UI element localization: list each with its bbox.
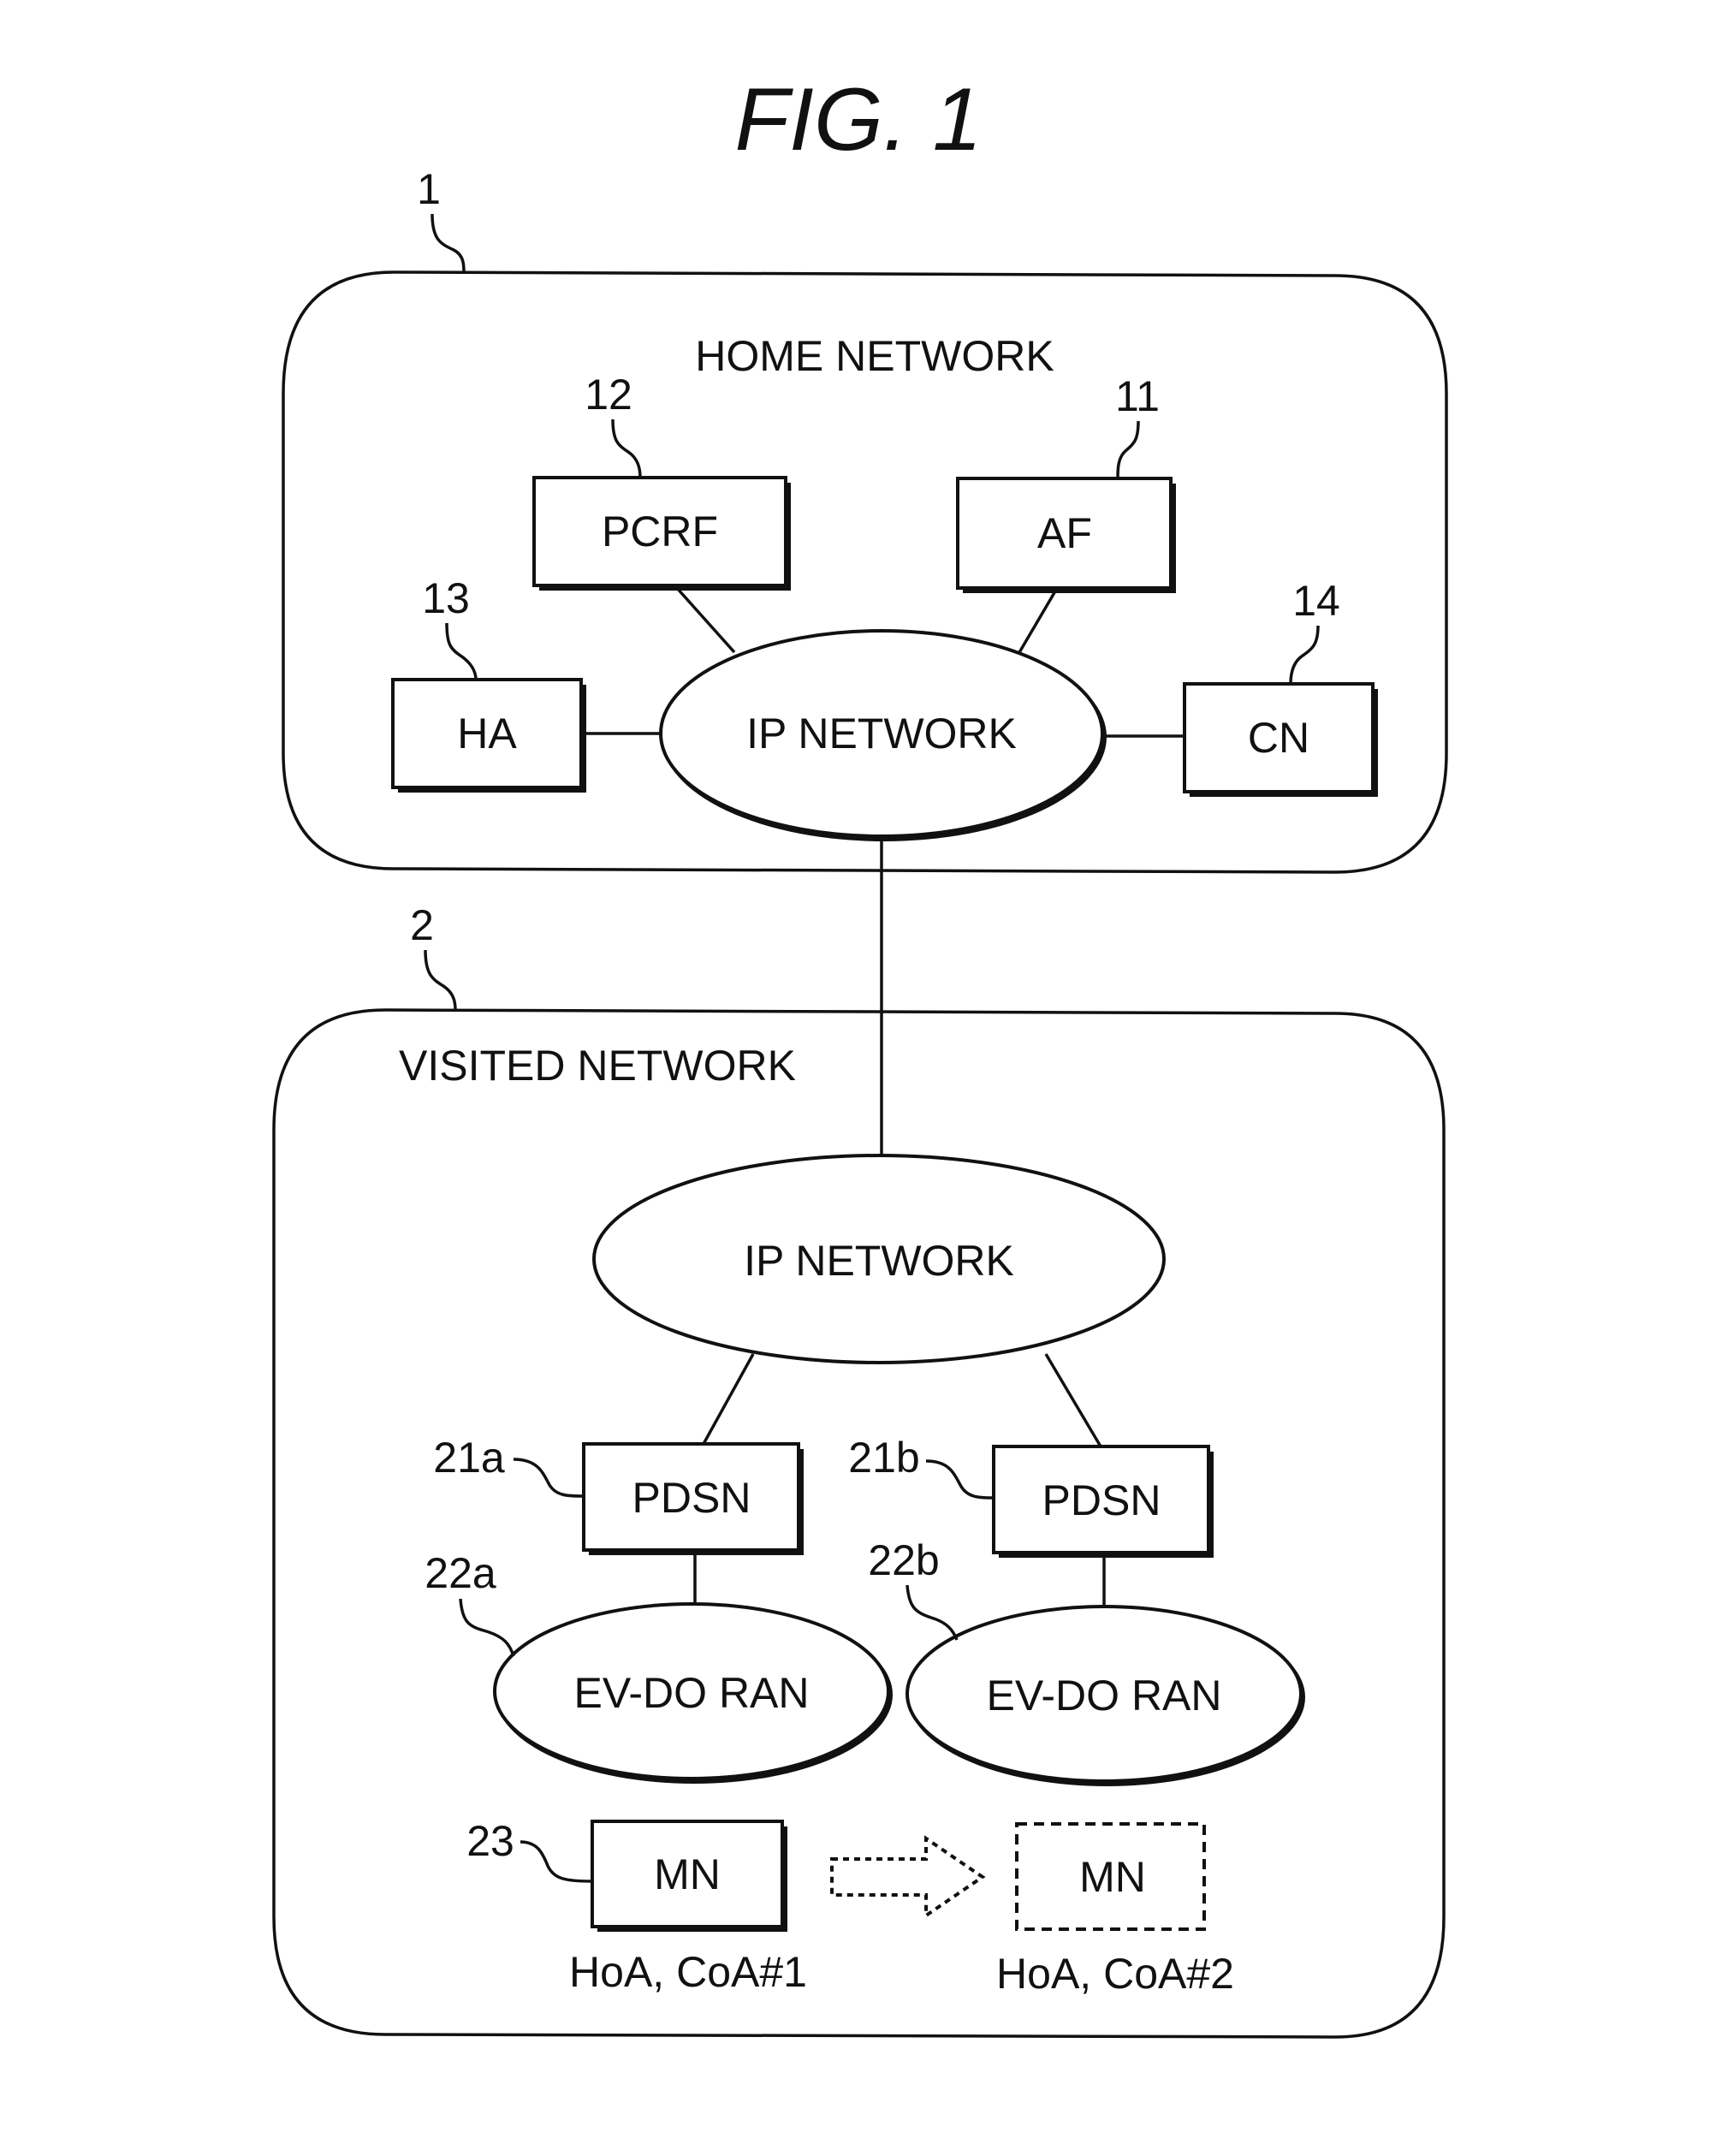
link-ip-pdsn-a bbox=[702, 1353, 755, 1445]
ha-leader bbox=[445, 622, 478, 680]
link-ip-pdsn-b bbox=[1044, 1353, 1102, 1447]
pcrf-node: PCRF bbox=[532, 476, 791, 591]
visited-network-title: VISITED NETWORK bbox=[399, 1042, 796, 1090]
pdsn-a-label: PDSN bbox=[632, 1474, 751, 1522]
home-network: 1 HOME NETWORK PCRF 12 AF 11 HA 13 CN 14… bbox=[282, 165, 1448, 874]
mobile-node-moved-label: MN bbox=[1079, 1853, 1146, 1901]
home-network-title: HOME NETWORK bbox=[695, 332, 1054, 380]
pdsn-b-label: PDSN bbox=[1042, 1476, 1161, 1524]
cn-ref: 14 bbox=[1292, 577, 1340, 625]
ran-a-label: EV-DO RAN bbox=[573, 1669, 809, 1717]
ran-b-leader bbox=[906, 1584, 959, 1641]
cn-leader bbox=[1289, 625, 1320, 685]
af-ref: 11 bbox=[1115, 372, 1160, 420]
network-diagram: FIG. 1 1 HOME NETWORK PCRF 12 AF 11 HA 1… bbox=[272, 70, 1448, 2039]
pdsn-b-ref: 21b bbox=[848, 1434, 919, 1482]
ran-a-ref: 22a bbox=[425, 1549, 496, 1597]
af-leader bbox=[1116, 420, 1140, 479]
pdsn-a-ref: 21a bbox=[433, 1434, 505, 1482]
mobile-node-moved-address: HoA, CoA#2 bbox=[996, 1950, 1234, 1998]
home-network-ref: 1 bbox=[417, 165, 441, 213]
figure-title: FIG. 1 bbox=[735, 70, 983, 169]
ha-node: HA bbox=[391, 678, 586, 793]
pdsn-a-leader bbox=[513, 1458, 585, 1498]
visited-ip-network-label: IP NETWORK bbox=[744, 1237, 1014, 1285]
visited-network-leader bbox=[424, 949, 457, 1011]
home-network-leader bbox=[430, 213, 466, 273]
ran-b-ref: 22b bbox=[868, 1536, 939, 1584]
cn-node: CN bbox=[1183, 682, 1378, 797]
pcrf-ref: 12 bbox=[585, 371, 632, 419]
pcrf-label: PCRF bbox=[602, 508, 718, 555]
mobile-node-moved: MN bbox=[1015, 1822, 1206, 1931]
ran-a-node: EV-DO RAN bbox=[493, 1602, 893, 1784]
af-node: AF bbox=[956, 477, 1176, 593]
ran-b-node: EV-DO RAN bbox=[906, 1605, 1305, 1786]
pcrf-leader bbox=[611, 419, 642, 478]
movement-arrow-icon bbox=[830, 1835, 986, 1919]
pdsn-b-node: PDSN bbox=[992, 1445, 1214, 1558]
ran-a-leader bbox=[459, 1598, 515, 1657]
home-ip-network: IP NETWORK bbox=[659, 629, 1107, 841]
mobile-node-current-address: HoA, CoA#1 bbox=[569, 1948, 807, 1996]
mobile-node-ref: 23 bbox=[466, 1817, 514, 1865]
visited-ip-network: IP NETWORK bbox=[592, 1154, 1166, 1364]
mobile-node-current: MN bbox=[591, 1820, 787, 1932]
pdsn-b-leader bbox=[925, 1459, 995, 1500]
ha-ref: 13 bbox=[422, 574, 470, 622]
link-af-ip bbox=[1017, 589, 1058, 655]
ha-label: HA bbox=[457, 710, 517, 757]
ran-b-label: EV-DO RAN bbox=[986, 1672, 1221, 1719]
link-pcrf-ip bbox=[674, 585, 736, 654]
cn-label: CN bbox=[1248, 714, 1309, 762]
pdsn-a-node: PDSN bbox=[582, 1442, 804, 1555]
af-label: AF bbox=[1037, 509, 1092, 557]
mobile-node-leader bbox=[520, 1840, 593, 1883]
visited-network: 2 VISITED NETWORK IP NETWORK PDSN 21a PD… bbox=[272, 901, 1446, 2039]
visited-network-ref: 2 bbox=[410, 901, 434, 949]
mobile-node-current-label: MN bbox=[654, 1850, 721, 1898]
home-ip-network-label: IP NETWORK bbox=[746, 710, 1017, 757]
